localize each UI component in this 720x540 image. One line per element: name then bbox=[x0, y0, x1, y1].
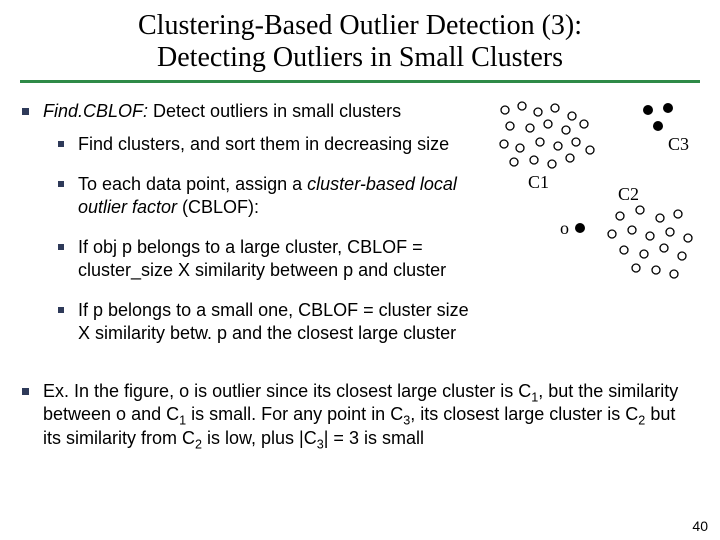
cluster-c1-points bbox=[500, 102, 594, 168]
page-number: 40 bbox=[692, 518, 708, 534]
bullet-1-text: Find.CBLOF: Detect outliers in small clu… bbox=[43, 100, 401, 123]
cluster-c2-points bbox=[608, 206, 692, 278]
bullet-1b-text: To each data point, assign a cluster-bas… bbox=[78, 173, 482, 218]
content-area: Find.CBLOF: Detect outliers in small clu… bbox=[22, 100, 482, 362]
bullet-icon bbox=[58, 244, 64, 250]
label-c1: C1 bbox=[528, 172, 549, 193]
slide-title: Clustering-Based Outlier Detection (3): … bbox=[98, 10, 622, 80]
title-line-2: Detecting Outliers in Small Clusters bbox=[157, 42, 563, 73]
bullet-1: Find.CBLOF: Detect outliers in small clu… bbox=[22, 100, 482, 123]
bullet-1c-text: If obj p belongs to a large cluster, CBL… bbox=[78, 236, 482, 281]
example-text: Ex. In the figure, o is outlier since it… bbox=[43, 380, 698, 450]
ex-t: is low, plus |C bbox=[202, 428, 317, 448]
bullet-icon bbox=[22, 388, 29, 395]
ex-t: | = 3 is small bbox=[324, 428, 424, 448]
ex-t: , its closest large cluster is C bbox=[410, 404, 638, 424]
title-line-1: Clustering-Based Outlier Detection (3): bbox=[138, 10, 582, 41]
cluster-svg bbox=[490, 98, 700, 288]
slide: Clustering-Based Outlier Detection (3): … bbox=[0, 0, 720, 540]
ex-t: is small. For any point in C bbox=[186, 404, 403, 424]
bullet-1c: If obj p belongs to a large cluster, CBL… bbox=[58, 236, 482, 281]
cluster-figure: C1 C3 C2 o bbox=[490, 98, 700, 288]
outlier-o-point bbox=[575, 223, 585, 233]
example-bullet: Ex. In the figure, o is outlier since it… bbox=[22, 380, 698, 450]
bullet-icon bbox=[22, 108, 29, 115]
bullet-1a: Find clusters, and sort them in decreasi… bbox=[58, 133, 482, 156]
ex-sub: 2 bbox=[195, 437, 202, 451]
label-c3: C3 bbox=[668, 134, 689, 155]
bullet-1b: To each data point, assign a cluster-bas… bbox=[58, 173, 482, 218]
bullet-1-rest: Detect outliers in small clusters bbox=[148, 101, 401, 121]
ex-sub: 3 bbox=[317, 437, 324, 451]
title-block: Clustering-Based Outlier Detection (3): … bbox=[0, 0, 720, 83]
title-underline bbox=[20, 80, 700, 83]
label-o: o bbox=[560, 218, 569, 239]
bullet-icon bbox=[58, 181, 64, 187]
bullet-icon bbox=[58, 141, 64, 147]
bullet-1d-text: If p belongs to a small one, CBLOF = clu… bbox=[78, 299, 482, 344]
ex-t: Ex. In the figure, o is outlier since it… bbox=[43, 381, 531, 401]
bullet-1d: If p belongs to a small one, CBLOF = clu… bbox=[58, 299, 482, 344]
bullet-1b-post: (CBLOF): bbox=[177, 197, 259, 217]
cluster-c3-points bbox=[643, 103, 673, 131]
bullet-1b-pre: To each data point, assign a bbox=[78, 174, 307, 194]
label-c2: C2 bbox=[618, 184, 639, 205]
bullet-icon bbox=[58, 307, 64, 313]
bullet-1a-text: Find clusters, and sort them in decreasi… bbox=[78, 133, 449, 156]
bullet-1-prefix: Find.CBLOF: bbox=[43, 101, 148, 121]
